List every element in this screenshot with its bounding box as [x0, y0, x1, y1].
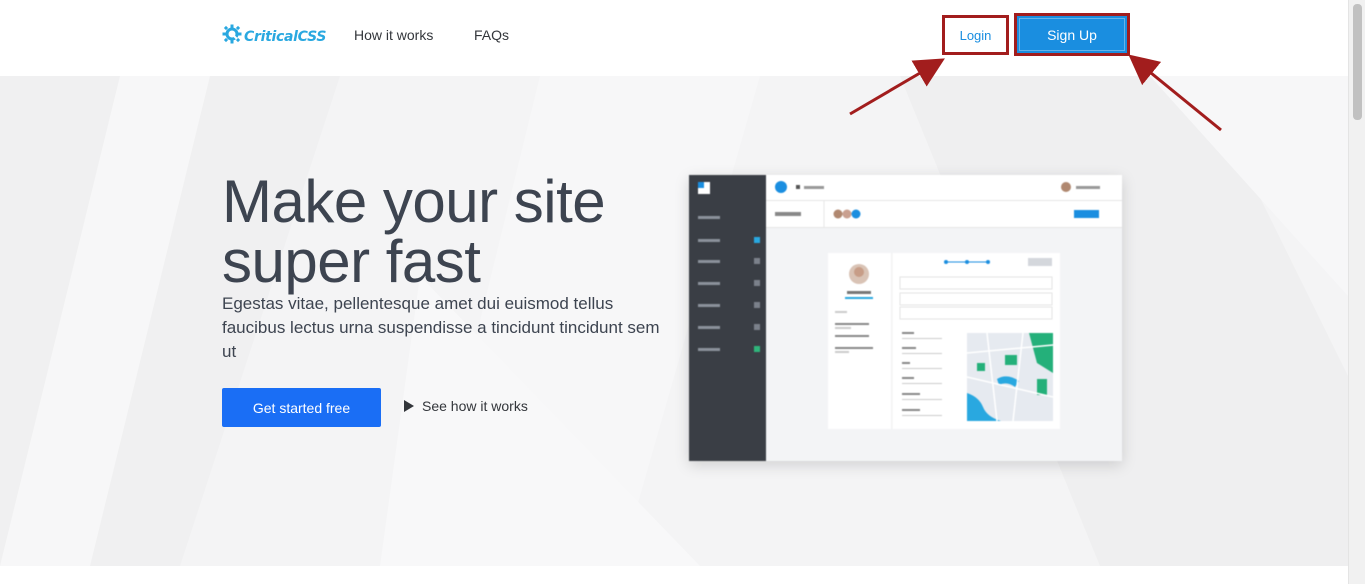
play-icon	[404, 400, 414, 412]
see-how-label: See how it works	[422, 398, 528, 414]
nav-faqs[interactable]: FAQs	[474, 27, 509, 43]
mock-profile-card	[828, 253, 891, 429]
mock-subbar	[766, 201, 1122, 228]
mock-map	[967, 333, 1053, 421]
gear-icon	[222, 24, 242, 49]
mock-topbar	[766, 175, 1122, 201]
signup-inner: Sign Up	[1019, 18, 1125, 51]
mock-sidebar-row	[698, 257, 760, 265]
mock-sidebar-row	[698, 323, 760, 331]
hero-subtext: Egestas vitae, pellentesque amet dui eui…	[222, 294, 660, 361]
scrollbar[interactable]	[1348, 0, 1365, 584]
mock-sidebar-row	[698, 236, 760, 244]
see-how-it-works-link[interactable]: See how it works	[404, 398, 528, 414]
headline-line-1: Make your site	[222, 168, 606, 235]
scrollbar-thumb[interactable]	[1353, 4, 1362, 120]
get-started-label: Get started free	[252, 399, 351, 416]
login-label: Login	[959, 27, 992, 43]
mock-sidebar-row	[698, 279, 760, 287]
signup-label: Sign Up	[1047, 26, 1097, 43]
hero-headline: Make your site super fast	[222, 172, 682, 292]
get-started-button[interactable]: Get started free	[222, 388, 381, 427]
logo[interactable]: CriticalCSS	[222, 24, 326, 49]
headline-line-2: super fast	[222, 228, 481, 295]
mock-sidebar	[689, 175, 766, 461]
mock-logo	[698, 182, 710, 194]
signup-button[interactable]: Sign Up	[1014, 13, 1130, 56]
hero-section: Make your site super fast Egestas vitae,…	[0, 76, 1348, 566]
mock-sidebar-row	[698, 213, 760, 221]
logo-text: CriticalCSS	[244, 28, 327, 45]
nav-how-it-works[interactable]: How it works	[354, 27, 433, 43]
dashboard-preview-image	[689, 175, 1122, 461]
hero-background	[0, 76, 1348, 566]
site-header: CriticalCSS How it works FAQs Login Sign…	[0, 0, 1348, 76]
login-button[interactable]: Login	[942, 15, 1009, 55]
mock-sidebar-row	[698, 301, 760, 309]
section-divider	[0, 566, 1348, 584]
mock-sidebar-row	[698, 345, 760, 353]
